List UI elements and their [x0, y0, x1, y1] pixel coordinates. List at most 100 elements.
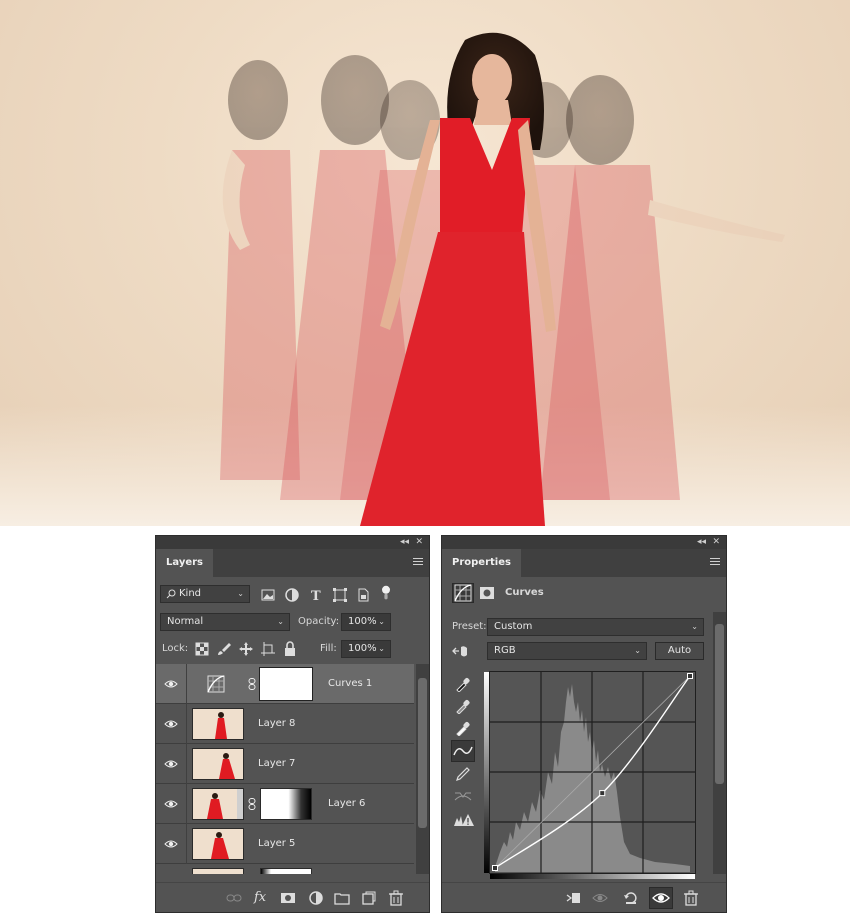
layer-thumbnail[interactable]: [192, 788, 244, 820]
search-icon: [166, 589, 176, 599]
layer-row-layer-6[interactable]: Layer 6: [156, 784, 414, 824]
fx-icon[interactable]: fx: [254, 890, 270, 906]
tab-row: Layers: [156, 549, 429, 577]
auto-button[interactable]: Auto: [655, 642, 704, 660]
chevron-down-icon: ⌄: [378, 644, 385, 653]
type-filter-icon[interactable]: T: [308, 587, 324, 603]
opacity-label: Opacity:: [298, 616, 340, 627]
lock-transparency-icon[interactable]: [194, 641, 210, 657]
scrollbar-thumb[interactable]: [418, 678, 427, 828]
pencil-icon[interactable]: [455, 766, 471, 782]
layer-mask-thumbnail[interactable]: [260, 868, 312, 874]
layer-mask-thumbnail[interactable]: [260, 668, 312, 700]
layer-row-partial[interactable]: [156, 864, 414, 874]
layer-name[interactable]: Layer 5: [258, 824, 295, 864]
layers-scrollbar[interactable]: [416, 664, 429, 874]
toggle-visibility-button[interactable]: [649, 887, 673, 909]
curves-graph-canvas[interactable]: [490, 672, 695, 873]
lock-position-move-icon[interactable]: [238, 641, 254, 657]
sample-black-icon[interactable]: [455, 676, 471, 692]
collapse-icon[interactable]: ◂◂: [697, 537, 706, 547]
preset-select[interactable]: Custom ⌄: [487, 618, 704, 636]
lock-pixels-brush-icon[interactable]: [216, 641, 232, 657]
smart-object-filter-icon[interactable]: [355, 587, 371, 603]
layer-thumbnail[interactable]: [192, 828, 244, 860]
visibility-eye-icon[interactable]: [164, 757, 178, 771]
curve-control-point[interactable]: [492, 865, 498, 871]
targeted-adjustment-hand-icon[interactable]: [452, 643, 472, 659]
layer-thumbnail[interactable]: [192, 708, 244, 740]
chevron-down-icon: ⌄: [277, 617, 284, 626]
layer-row-layer-7[interactable]: Layer 7: [156, 744, 414, 784]
layers-list: Curves 1 Layer 8 Layer 7 Layer 6 Layer 5: [156, 664, 416, 874]
curve-edit-button[interactable]: [451, 740, 475, 762]
layer-name[interactable]: Layer 7: [258, 744, 295, 784]
pixel-filter-icon[interactable]: [260, 587, 276, 603]
tab-properties[interactable]: Properties: [442, 549, 521, 577]
adjustment-title: Curves: [505, 587, 544, 598]
layer-thumbnail[interactable]: [192, 748, 244, 780]
curves-graph[interactable]: [484, 671, 696, 879]
layer-row-curves-1[interactable]: Curves 1: [156, 664, 414, 704]
properties-scrollbar[interactable]: [713, 612, 726, 874]
fill-value: 100%: [348, 643, 377, 654]
layer-row-layer-8[interactable]: Layer 8: [156, 704, 414, 744]
scrollbar-thumb[interactable]: [715, 624, 724, 784]
collapse-icon[interactable]: ◂◂: [400, 537, 409, 547]
panel-titlebar: ◂◂ ✕: [156, 536, 429, 549]
curve-control-point[interactable]: [599, 790, 606, 797]
view-previous-icon[interactable]: [592, 890, 612, 906]
panel-menu-icon[interactable]: [710, 558, 720, 567]
lock-artboard-icon[interactable]: [260, 641, 276, 657]
channel-select[interactable]: RGB ⌄: [487, 642, 647, 660]
visibility-eye-icon[interactable]: [164, 797, 178, 811]
properties-footer: [442, 882, 726, 912]
composite-photo: [0, 0, 850, 526]
trash-icon[interactable]: [683, 890, 699, 906]
tab-layers[interactable]: Layers: [156, 549, 213, 577]
curve-edit-icon: [453, 746, 473, 756]
fill-field[interactable]: 100% ⌄: [341, 640, 391, 658]
panel-menu-icon[interactable]: [413, 558, 423, 567]
close-icon[interactable]: ✕: [712, 537, 720, 547]
clip-to-layer-icon[interactable]: [565, 890, 581, 906]
blend-mode-select[interactable]: Normal ⌄: [160, 613, 290, 631]
new-layer-icon[interactable]: [361, 890, 377, 906]
adjustment-icon[interactable]: [308, 890, 324, 906]
layer-mask-thumbnail[interactable]: [260, 788, 312, 820]
mask-link-chain-icon[interactable]: [248, 798, 256, 810]
sample-gray-icon[interactable]: [455, 698, 471, 714]
add-mask-icon[interactable]: [280, 890, 296, 906]
mask-link-chain-icon[interactable]: [248, 678, 256, 690]
shape-filter-icon[interactable]: [332, 587, 348, 603]
adjustment-filter-icon[interactable]: [284, 587, 300, 603]
adjustment-mode-button[interactable]: [452, 583, 474, 603]
layer-name[interactable]: Layer 8: [258, 704, 295, 744]
visibility-eye-icon[interactable]: [164, 837, 178, 851]
layer-name[interactable]: Layer 6: [328, 784, 365, 824]
filter-kind-select[interactable]: Kind ⌄: [160, 585, 250, 603]
reset-icon[interactable]: [623, 890, 639, 906]
visibility-eye-icon[interactable]: [164, 677, 178, 691]
layer-name[interactable]: Curves 1: [328, 664, 372, 704]
folder-icon[interactable]: [334, 890, 350, 906]
clipping-warning-icon[interactable]: [453, 812, 475, 828]
close-icon[interactable]: ✕: [415, 537, 423, 547]
link-icon[interactable]: [226, 890, 242, 906]
filter-toggle-icon[interactable]: [378, 585, 394, 601]
layer-thumbnail[interactable]: [192, 868, 244, 874]
lock-all-icon[interactable]: [282, 641, 298, 657]
sample-white-icon[interactable]: [455, 720, 471, 736]
output-gradient-bar: [490, 874, 695, 879]
layer-row-layer-5[interactable]: Layer 5: [156, 824, 414, 864]
visibility-eye-icon[interactable]: [164, 717, 178, 731]
curve-control-point[interactable]: [687, 673, 693, 679]
dancer-thumbnail-image: [193, 749, 243, 779]
chevron-down-icon: ⌄: [634, 646, 641, 655]
opacity-field[interactable]: 100% ⌄: [341, 613, 391, 631]
properties-panel: ◂◂ ✕ Properties Curves Preset: Custom ⌄ …: [441, 535, 727, 913]
mask-icon[interactable]: [479, 585, 495, 601]
dancer-figures: [220, 32, 785, 526]
trash-icon[interactable]: [388, 890, 404, 906]
smooth-icon[interactable]: [454, 788, 472, 804]
